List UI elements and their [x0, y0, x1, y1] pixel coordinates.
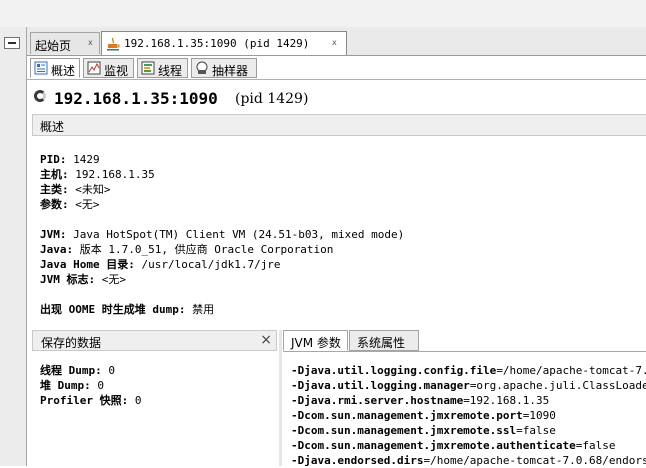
tab-start-page[interactable]: 起始页 x [30, 32, 100, 54]
pid-label: (pid 1429) [235, 91, 309, 107]
prop-row: Java: 版本 1.7.0_51, 供应商 Oracle Corporatio… [40, 243, 334, 256]
jvm-arguments-panel: JVM 参数 系统属性 -Djava.util.logging.config.f… [283, 330, 646, 468]
prop-row: 主机: 192.168.1.35 [40, 168, 155, 181]
list-item: -Djava.rmi.server.hostname=192.168.1.35 [291, 394, 550, 407]
list-item: 线程 Dump: 0 [40, 364, 115, 377]
list-item: -Djava.util.logging.config.file=/home/ap… [291, 364, 646, 377]
tab-system-properties[interactable]: 系统属性 [349, 330, 419, 351]
tab-start-label: 起始页 [35, 39, 72, 53]
subtab-threads-label: 线程 [158, 64, 183, 78]
overview-section-header[interactable]: 概述 [32, 114, 646, 136]
list-item: -Dcom.sun.management.jmxremote.port=1090 [291, 409, 556, 422]
tab-jvm-arguments[interactable]: JVM 参数 [283, 330, 348, 351]
prop-row: JVM 标志: <无> [40, 273, 126, 286]
tab-jvm-connection[interactable]: 192.168.1.35:1090 (pid 1429) x [101, 31, 347, 55]
prop-row: 主类: <未知> [40, 183, 111, 196]
overview-icon [34, 61, 48, 75]
prop-row: Java Home 目录: /usr/local/jdk1.7/jre [40, 258, 281, 271]
subtab-monitor[interactable]: 监视 [83, 58, 134, 78]
subtab-sampler-label: 抽样器 [212, 64, 249, 78]
oome-setting: 出现 OOME 时生成堆 dump: 禁用 [40, 303, 215, 316]
saved-data-header: 保存的数据 × [32, 330, 277, 351]
overview-section-title: 概述 [40, 120, 65, 134]
tab-jvm-arguments-label: JVM 参数 [291, 336, 341, 350]
overview-properties: PID: 1429 主机: 192.168.1.35 主类: <未知> 参数: … [40, 152, 404, 317]
top-toolbar-strip [0, 0, 646, 28]
document-tab-bar: 起始页 x 192.168.1.35:1090 (pid 1429) x [27, 27, 646, 56]
panel-splitter[interactable] [279, 330, 282, 466]
minimize-panel-button[interactable] [4, 37, 20, 49]
tab-start-close-icon[interactable]: x [88, 38, 93, 47]
close-icon[interactable]: × [260, 332, 272, 348]
prop-row: JVM: Java HotSpot(TM) Client VM (24.51-b… [40, 228, 405, 241]
jvm-arguments-list: -Djava.util.logging.config.file=/home/ap… [291, 363, 646, 468]
subtab-monitor-label: 监视 [104, 64, 129, 78]
threads-icon [141, 61, 155, 75]
subtab-threads[interactable]: 线程 [137, 58, 188, 78]
saved-data-panel: 保存的数据 × 线程 Dump: 0 堆 Dump: 0 Profiler 快照… [32, 330, 277, 466]
list-item: 堆 Dump: 0 [40, 379, 104, 392]
subtab-overview[interactable]: 概述 [30, 58, 80, 78]
prop-row: 参数: <无> [40, 198, 100, 211]
saved-data-list: 线程 Dump: 0 堆 Dump: 0 Profiler 快照: 0 [40, 363, 141, 408]
tab-system-properties-label: 系统属性 [357, 336, 406, 350]
host-address: 192.168.1.35:1090 [54, 89, 218, 108]
subtab-sampler[interactable]: 抽样器 [191, 58, 257, 78]
sampler-icon [196, 61, 208, 74]
left-explorer-panel [0, 27, 27, 466]
saved-data-title: 保存的数据 [41, 336, 102, 350]
prop-row: PID: 1429 [40, 153, 100, 166]
tab-jvm-close-icon[interactable]: x [332, 38, 337, 47]
list-item: -Dcom.sun.management.jmxremote.authentic… [291, 439, 616, 452]
loading-spinner-icon [34, 90, 46, 102]
view-subtab-bar: 概述 监视 线程 抽样器 [27, 56, 646, 80]
list-item: Profiler 快照: 0 [40, 394, 142, 407]
subtab-overview-label: 概述 [51, 64, 76, 78]
monitor-chart-icon [87, 61, 101, 75]
list-item: -Dcom.sun.management.jmxremote.ssl=false [291, 424, 556, 437]
java-coffee-icon [107, 37, 120, 51]
list-item: -Djava.util.logging.manager=org.apache.j… [291, 379, 646, 392]
jvm-panel-tab-bar: JVM 参数 系统属性 [283, 330, 646, 352]
tab-jvm-label: 192.168.1.35:1090 (pid 1429) [124, 37, 310, 50]
